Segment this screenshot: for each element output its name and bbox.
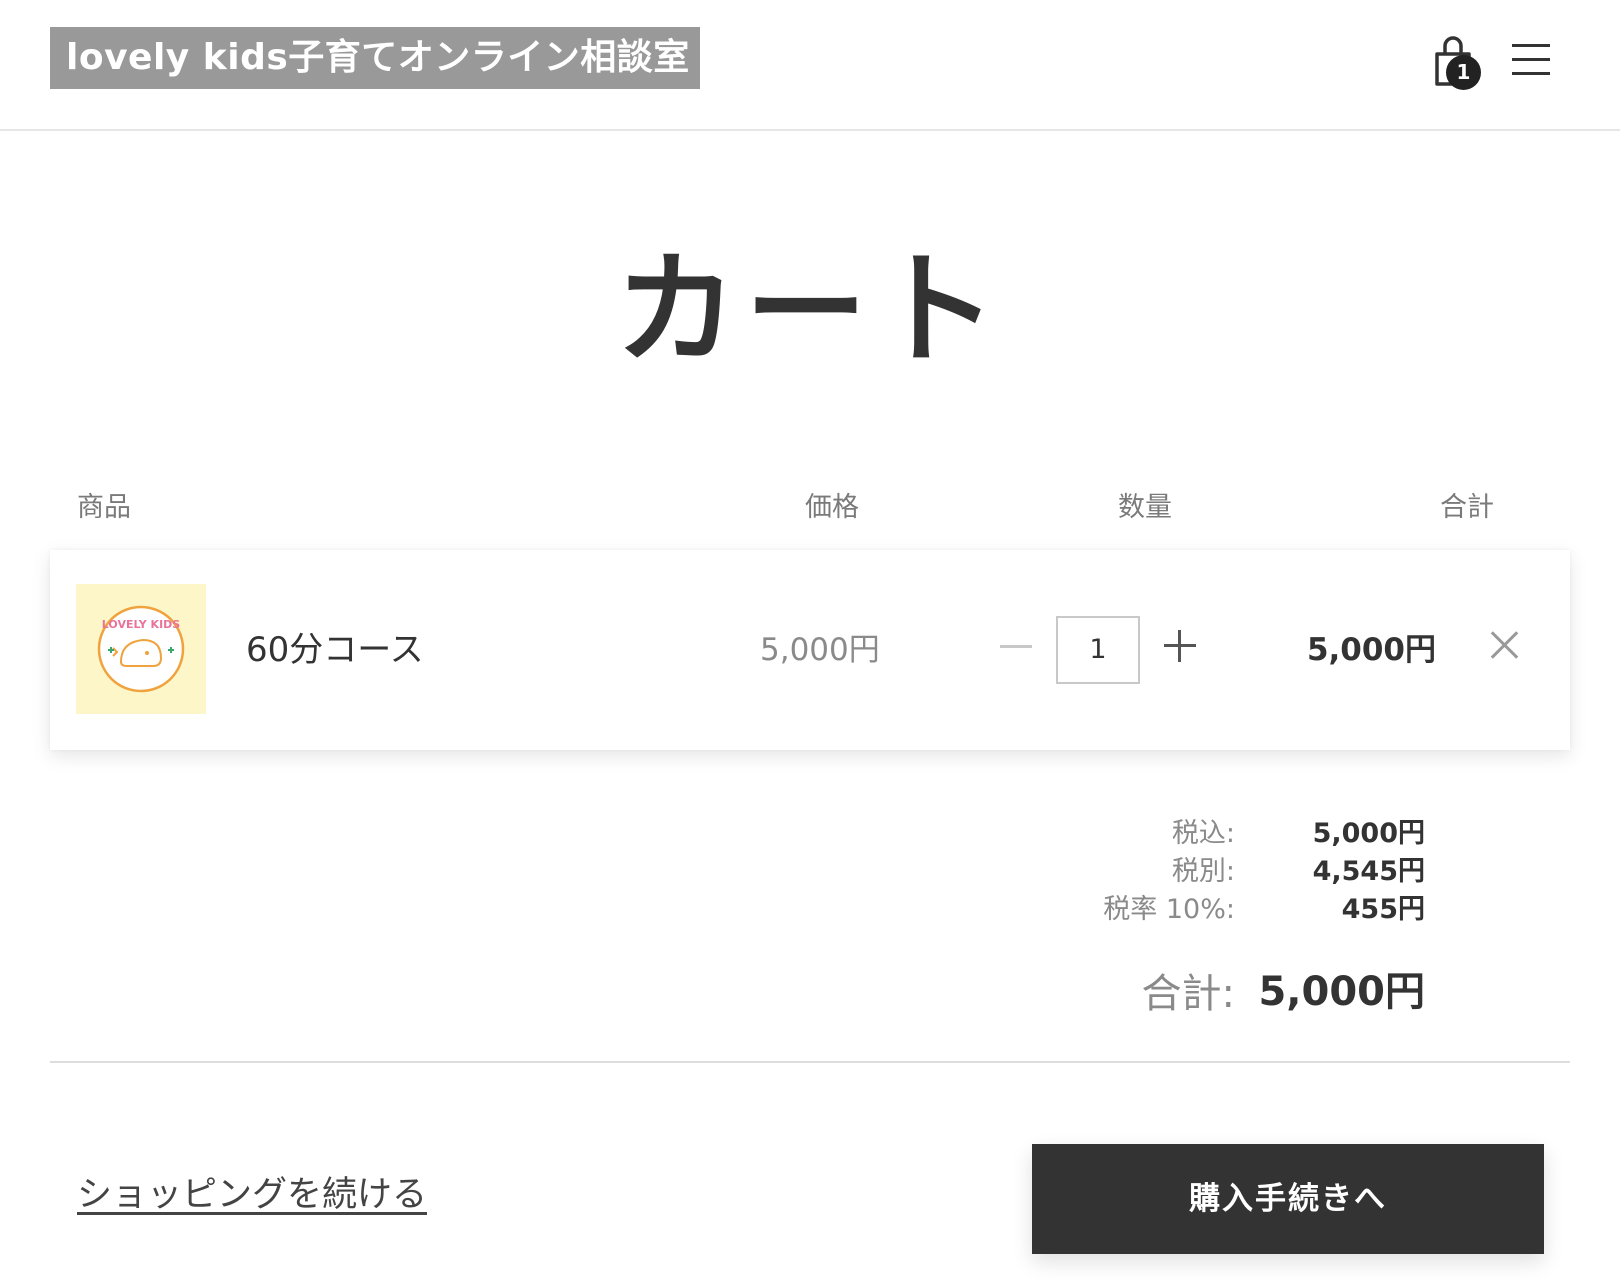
quantity-input[interactable]: 1 <box>1056 616 1140 684</box>
hamburger-menu-icon[interactable] <box>1512 44 1550 76</box>
svg-text:LOVELY KIDS: LOVELY KIDS <box>102 618 181 631</box>
summary-divider <box>50 1061 1570 1063</box>
page-title: カート <box>615 239 1005 381</box>
continue-shopping-link[interactable]: ショッピングを続ける <box>77 1172 427 1218</box>
line-total: 5,000円 <box>1306 632 1436 668</box>
quantity-decrease-icon[interactable] <box>1000 645 1032 648</box>
tax-rate-value: 455円 <box>1341 894 1425 925</box>
column-header-total: 合計 <box>1440 492 1494 523</box>
cart-item-row: LOVELY KIDS 60分コース 5,000円 1 5,000円 <box>50 550 1570 750</box>
site-logo[interactable]: lovely kids子育てオンライン相談室 <box>50 27 700 89</box>
product-name[interactable]: 60分コース <box>246 628 424 672</box>
lovely-kids-logo-icon: LOVELY KIDS <box>97 605 185 693</box>
tax-excluded-label: 税別: <box>1171 856 1235 887</box>
product-thumbnail[interactable]: LOVELY KIDS <box>76 584 206 714</box>
grand-total-value: 5,000円 <box>1258 969 1425 1015</box>
column-header-price: 価格 <box>805 492 859 523</box>
tax-excluded-value: 4,545円 <box>1312 856 1425 887</box>
tax-included-label: 税込: <box>1171 818 1235 849</box>
site-header: lovely kids子育てオンライン相談室 1 <box>0 0 1620 131</box>
tax-rate-label: 税率 10%: <box>1103 894 1235 925</box>
tax-included-value: 5,000円 <box>1312 818 1425 849</box>
unit-price: 5,000円 <box>760 632 880 668</box>
cart-count-badge: 1 <box>1446 55 1481 90</box>
remove-item-close-icon[interactable] <box>1490 630 1520 660</box>
column-header-product: 商品 <box>77 492 131 523</box>
column-header-quantity: 数量 <box>1118 492 1172 523</box>
checkout-button[interactable]: 購入手続きへ <box>1032 1144 1544 1254</box>
quantity-increase-icon[interactable] <box>1164 630 1196 662</box>
